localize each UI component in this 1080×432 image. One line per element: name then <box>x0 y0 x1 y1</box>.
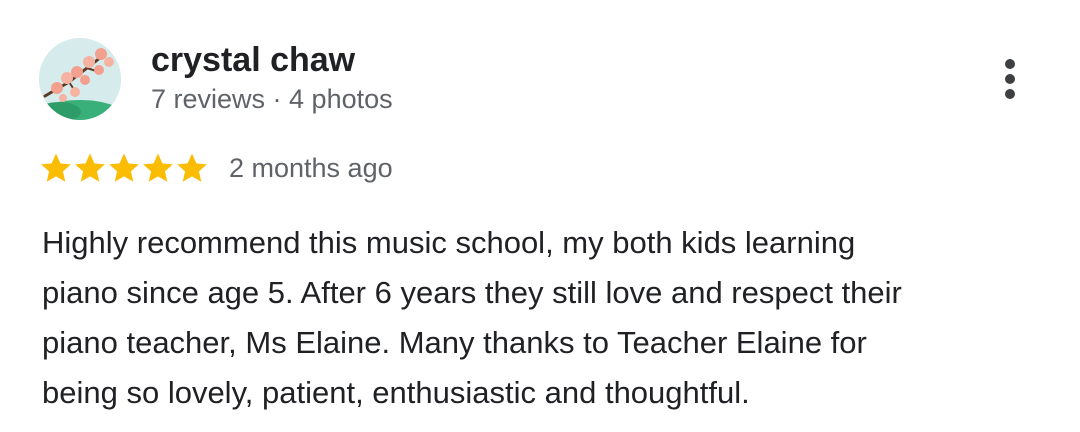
review-card: crystal chaw 7 reviews · 4 photos 2 mont… <box>0 0 1080 432</box>
review-time: 2 months ago <box>229 153 393 183</box>
review-text: Highly recommend this music school, my b… <box>42 218 1052 418</box>
more-options-button[interactable] <box>992 56 1028 104</box>
star-icon <box>141 151 175 185</box>
more-vert-icon <box>1005 59 1015 99</box>
review-text-line: being so lovely, patient, enthusiastic a… <box>42 375 750 410</box>
review-text-line: piano teacher, Ms Elaine. Many thanks to… <box>42 325 867 360</box>
reviewer-meta[interactable]: 7 reviews · 4 photos <box>151 82 393 116</box>
star-icon <box>73 151 107 185</box>
review-text-line: Highly recommend this music school, my b… <box>42 225 856 260</box>
star-icon <box>39 151 73 185</box>
rating-row: 2 months ago <box>39 148 393 188</box>
star-icon <box>175 151 209 185</box>
star-icon <box>107 151 141 185</box>
review-text-line: piano since age 5. After 6 years they st… <box>42 275 902 310</box>
cherry-blossom-avatar-icon <box>39 38 121 120</box>
reviewer-name[interactable]: crystal chaw <box>151 40 355 80</box>
star-rating <box>39 151 209 185</box>
avatar[interactable] <box>39 38 121 120</box>
